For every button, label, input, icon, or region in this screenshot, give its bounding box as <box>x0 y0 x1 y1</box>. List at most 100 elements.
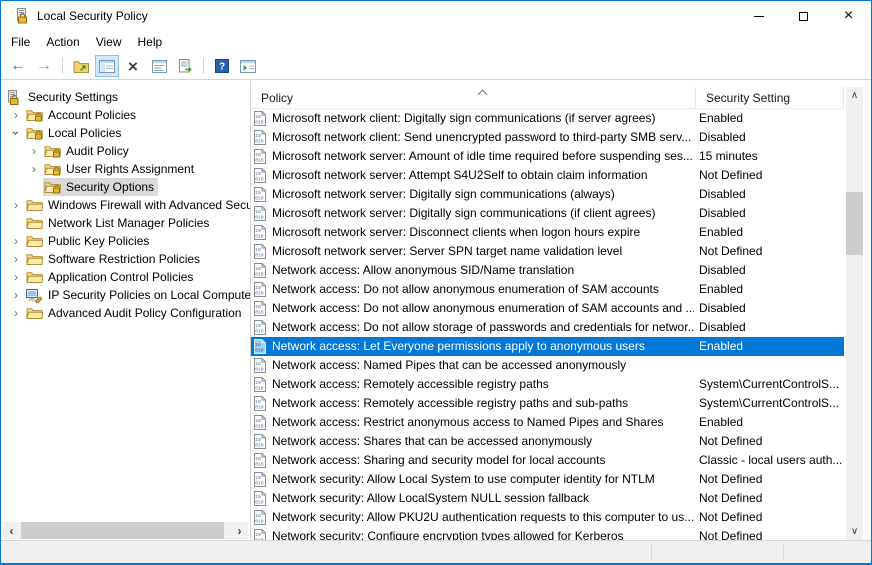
chevron-right-icon[interactable]: › <box>7 289 25 301</box>
policy-row[interactable]: 10010Network security: Configure encrypt… <box>251 527 844 540</box>
tree-item-security-settings[interactable]: Security Settings <box>1 88 250 106</box>
tree-item-local-policies[interactable]: › Local Policies <box>1 124 250 142</box>
tree-item-label: Local Policies <box>48 126 121 140</box>
chevron-right-icon[interactable]: › <box>25 163 43 175</box>
maximize-button[interactable] <box>781 1 826 31</box>
tree-item-account-policies[interactable]: ›Account Policies <box>1 106 250 124</box>
tree-item-windows-firewall-with-advanced-security[interactable]: ›Windows Firewall with Advanced Security <box>1 196 250 214</box>
policy-row[interactable]: 10010Network access: Do not allow storag… <box>251 318 844 337</box>
tree-horizontal-scrollbar[interactable]: ‹ › <box>3 522 248 539</box>
policy-row[interactable]: 10010Microsoft network server: Server SP… <box>251 242 844 261</box>
policy-row[interactable]: 10010Network access: Restrict anonymous … <box>251 413 844 432</box>
minimize-button[interactable] <box>736 1 781 31</box>
tree-item-network-list-manager-policies[interactable]: Network List Manager Policies <box>1 214 250 232</box>
scroll-up-icon[interactable]: ∧ <box>846 87 863 104</box>
svg-text:010: 010 <box>255 290 264 296</box>
chevron-right-icon[interactable]: › <box>7 271 25 283</box>
export-list-button[interactable] <box>173 55 197 77</box>
chevron-right-icon[interactable]: › <box>7 307 25 319</box>
chevron-down-icon[interactable]: › <box>10 124 22 142</box>
policy-row[interactable]: 10010Microsoft network server: Digitally… <box>251 204 844 223</box>
column-header-security-setting[interactable]: Security Setting <box>696 87 844 109</box>
policy-row[interactable]: 10010Microsoft network server: Digitally… <box>251 185 844 204</box>
svg-text:010: 010 <box>255 480 264 486</box>
help-button[interactable]: ? <box>210 55 234 77</box>
policy-row[interactable]: 10010Network access: Named Pipes that ca… <box>251 356 844 375</box>
security-setting-value: Disabled <box>699 204 746 223</box>
properties-button[interactable] <box>147 55 171 77</box>
tree-scrollbar-thumb[interactable] <box>21 522 224 539</box>
policy-row[interactable]: 10010Network security: Allow LocalSystem… <box>251 489 844 508</box>
policy-row[interactable]: 10010Network access: Do not allow anonym… <box>251 280 844 299</box>
list-vertical-scrollbar[interactable]: ∧ ∨ <box>846 87 863 540</box>
statusbar-separator <box>783 544 784 560</box>
back-button[interactable]: ← <box>6 55 30 77</box>
policy-row[interactable]: 10010Microsoft network server: Attempt S… <box>251 166 844 185</box>
policy-row[interactable]: 10010Microsoft network server: Amount of… <box>251 147 844 166</box>
svg-text:10: 10 <box>255 133 261 139</box>
caption-buttons: × <box>736 1 871 31</box>
menu-view[interactable]: View <box>88 32 130 52</box>
policy-name: Microsoft network client: Send unencrypt… <box>272 128 694 147</box>
scroll-left-icon[interactable]: ‹ <box>3 522 20 539</box>
up-one-level-button[interactable] <box>69 55 93 77</box>
tree-item-label: Public Key Policies <box>48 234 149 248</box>
chevron-right-icon[interactable]: › <box>7 253 25 265</box>
policy-row[interactable]: 10010Network access: Remotely accessible… <box>251 375 844 394</box>
tree-item-ip-security-policies-on-local-computer[interactable]: ›IP Security Policies on Local Computer <box>1 286 250 304</box>
security-setting-value: Not Defined <box>699 527 762 540</box>
svg-text:010: 010 <box>255 214 264 220</box>
tree-item-application-control-policies[interactable]: › Application Control Policies <box>1 268 250 286</box>
policy-row[interactable]: 10010Network access: Remotely accessible… <box>251 394 844 413</box>
tree-item-audit-policy[interactable]: ›Audit Policy <box>1 142 250 160</box>
svg-text:010: 010 <box>255 366 264 372</box>
status-bar <box>1 540 871 563</box>
folder-icon <box>26 252 44 267</box>
policy-row[interactable]: 10010Microsoft network server: Disconnec… <box>251 223 844 242</box>
tree-item-label: Application Control Policies <box>48 270 193 284</box>
title-bar[interactable]: Local Security Policy × <box>1 1 871 31</box>
svg-text:10: 10 <box>255 475 261 481</box>
policy-row[interactable]: 10010Network security: Allow Local Syste… <box>251 470 844 489</box>
tree-item-public-key-policies[interactable]: › Public Key Policies <box>1 232 250 250</box>
show-action-pane-button[interactable] <box>236 55 260 77</box>
policy-row[interactable]: 10010Network access: Shares that can be … <box>251 432 844 451</box>
folder-icon <box>26 234 44 249</box>
policy-row[interactable]: 10010Network security: Allow PKU2U authe… <box>251 508 844 527</box>
show-action-pane-icon <box>240 60 256 73</box>
column-header-policy[interactable]: Policy <box>251 87 696 109</box>
folder-lock-icon <box>44 144 62 159</box>
minimize-icon <box>754 16 764 17</box>
window-title: Local Security Policy <box>37 9 148 23</box>
chevron-right-icon[interactable]: › <box>7 235 25 247</box>
delete-button[interactable]: × <box>121 55 145 77</box>
menu-file[interactable]: File <box>3 32 38 52</box>
policy-row[interactable]: 10010Network access: Allow anonymous SID… <box>251 261 844 280</box>
tree-item-advanced-audit-policy-configuration[interactable]: ›Advanced Audit Policy Configuration <box>1 304 250 322</box>
policy-document-icon: 10010 <box>253 510 267 525</box>
svg-text:10: 10 <box>255 209 261 215</box>
scroll-down-icon[interactable]: ∨ <box>846 523 863 540</box>
policy-row[interactable]: 10010Microsoft network client: Digitally… <box>251 109 844 128</box>
menu-help[interactable]: Help <box>130 32 171 52</box>
chevron-right-icon[interactable]: › <box>25 145 43 157</box>
chevron-right-icon[interactable]: › <box>7 109 25 121</box>
tree-item-user-rights-assignment[interactable]: ›User Rights Assignment <box>1 160 250 178</box>
close-button[interactable]: × <box>826 1 871 31</box>
security-setting-value: Enabled <box>699 223 743 242</box>
scroll-right-icon[interactable]: › <box>231 522 248 539</box>
policy-document-icon: 10010 <box>253 434 267 449</box>
tree-item-software-restriction-policies[interactable]: ›Software Restriction Policies <box>1 250 250 268</box>
policy-row[interactable]: 10010Microsoft network client: Send unen… <box>251 128 844 147</box>
tree-item-security-options[interactable]: Security Options <box>1 178 250 196</box>
list-scrollbar-thumb[interactable] <box>846 192 863 255</box>
chevron-right-icon[interactable]: › <box>7 199 25 211</box>
menu-action[interactable]: Action <box>38 32 87 52</box>
svg-text:010: 010 <box>255 461 264 467</box>
show-console-tree-button[interactable] <box>95 55 119 77</box>
policy-row[interactable]: 10010Network access: Let Everyone permis… <box>251 337 844 356</box>
tree-scrollbar-track[interactable] <box>20 522 231 539</box>
forward-button[interactable]: → <box>32 55 56 77</box>
policy-row[interactable]: 10010Network access: Sharing and securit… <box>251 451 844 470</box>
policy-row[interactable]: 10010Network access: Do not allow anonym… <box>251 299 844 318</box>
